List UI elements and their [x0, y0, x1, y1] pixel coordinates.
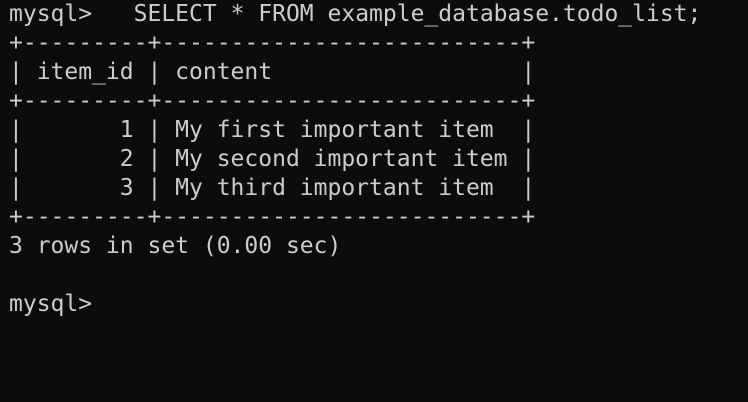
command-text: SELECT * FROM example_database.todo_list…	[92, 1, 702, 27]
table-border-bottom: +---------+--------------------------+	[9, 204, 536, 230]
active-prompt-line[interactable]: mysql>	[9, 290, 748, 319]
final-prompt: mysql>	[9, 291, 93, 317]
table-border-middle: +---------+--------------------------+	[9, 88, 536, 114]
result-summary: 3 rows in set (0.00 sec)	[9, 233, 342, 259]
table-row: | 1 | My first important item |	[9, 117, 536, 143]
terminal-window[interactable]: mysql> SELECT * FROM example_database.to…	[0, 0, 748, 402]
table-row: | 3 | My third important item |	[9, 175, 536, 201]
table-border-top: +---------+--------------------------+	[9, 30, 536, 56]
command-prompt: mysql>	[9, 1, 93, 27]
table-row: | 2 | My second important item |	[9, 146, 536, 172]
command-line: mysql> SELECT * FROM example_database.to…	[9, 0, 748, 29]
table-header-row: | item_id | content |	[9, 59, 536, 85]
